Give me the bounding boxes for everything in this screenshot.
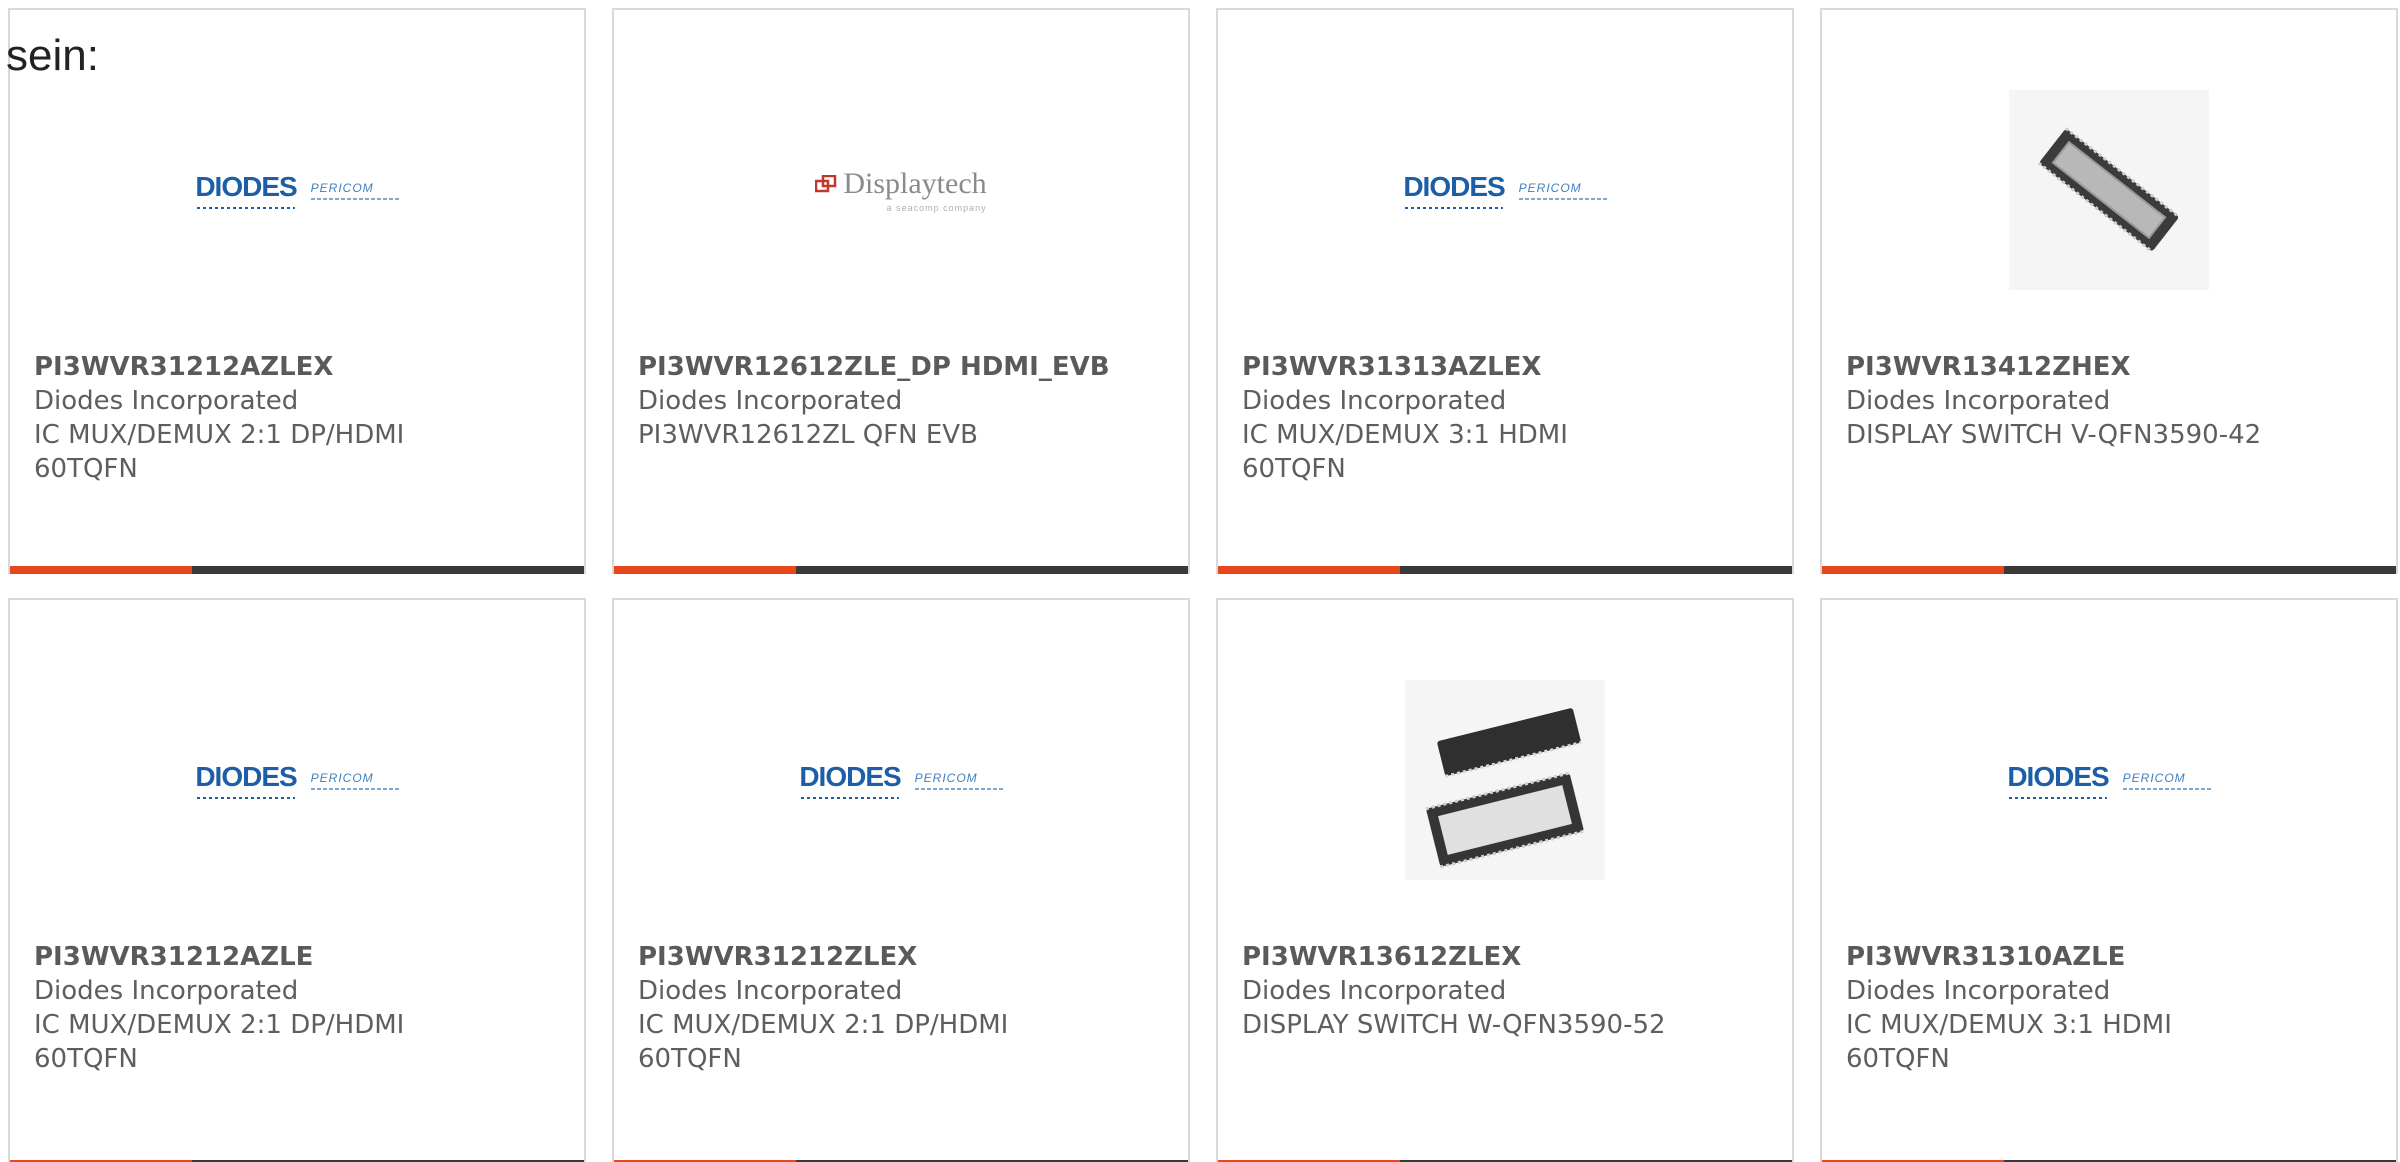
diodes-pericom-logo: DIODES PERICOM bbox=[2007, 761, 2211, 799]
part-number[interactable]: PI3WVR31212AZLE bbox=[34, 940, 564, 974]
product-card[interactable]: Displaytech a seacomp company PI3WVR1261… bbox=[612, 8, 1190, 574]
product-card[interactable]: DIODES PERICOM PI3WVR31212AZLE Diodes In… bbox=[8, 598, 586, 1162]
description: DISPLAY SWITCH V-QFN3590-42 bbox=[1846, 420, 2262, 450]
product-image[interactable]: DIODES PERICOM bbox=[614, 660, 1188, 900]
description: IC MUX/DEMUX 2:1 DP/HDMI 60TQFN bbox=[34, 420, 405, 484]
pericom-wordmark: PERICOM bbox=[1518, 180, 1582, 195]
manufacturer: Diodes Incorporated bbox=[638, 976, 903, 1006]
product-image[interactable]: DIODES PERICOM bbox=[1822, 660, 2396, 900]
part-number[interactable]: PI3WVR31310AZLE bbox=[1846, 940, 2376, 974]
product-image[interactable]: DIODES PERICOM bbox=[1218, 70, 1792, 310]
qfn-chip-photo bbox=[2009, 90, 2209, 290]
product-image[interactable]: DIODES PERICOM bbox=[10, 660, 584, 900]
manufacturer: Diodes Incorporated bbox=[34, 976, 299, 1006]
product-image[interactable] bbox=[1218, 660, 1792, 900]
manufacturer: Diodes Incorporated bbox=[638, 386, 903, 416]
description: DISPLAY SWITCH W-QFN3590-52 bbox=[1242, 1010, 1666, 1040]
manufacturer: Diodes Incorporated bbox=[1846, 976, 2111, 1006]
diodes-wordmark: DIODES bbox=[2007, 761, 2110, 799]
description: IC MUX/DEMUX 2:1 DP/HDMI 60TQFN bbox=[34, 1010, 405, 1074]
diodes-wordmark: DIODES bbox=[1403, 171, 1506, 209]
pericom-wordmark: PERICOM bbox=[310, 770, 374, 785]
displaytech-tagline: a seacomp company bbox=[886, 203, 987, 213]
description: IC MUX/DEMUX 3:1 HDMI 60TQFN bbox=[1846, 1010, 2172, 1074]
diodes-pericom-logo: DIODES PERICOM bbox=[1403, 171, 1607, 209]
diodes-wordmark: DIODES bbox=[195, 171, 298, 209]
pericom-wordmark: PERICOM bbox=[914, 770, 978, 785]
product-card[interactable]: DIODES PERICOM PI3WVR31212ZLEX Diodes In… bbox=[612, 598, 1190, 1162]
diodes-pericom-logo: DIODES PERICOM bbox=[195, 171, 399, 209]
product-card[interactable]: DIODES PERICOM PI3WVR31212AZLEX Diodes I… bbox=[8, 8, 586, 574]
manufacturer: Diodes Incorporated bbox=[1242, 386, 1507, 416]
description: PI3WVR12612ZL QFN EVB bbox=[638, 420, 978, 450]
card-bottom-bar bbox=[614, 566, 1188, 574]
part-number[interactable]: PI3WVR31212AZLEX bbox=[34, 350, 564, 384]
card-bottom-bar bbox=[1218, 566, 1792, 574]
description: IC MUX/DEMUX 2:1 DP/HDMI 60TQFN bbox=[638, 1010, 1009, 1074]
manufacturer: Diodes Incorporated bbox=[34, 386, 299, 416]
pericom-wordmark: PERICOM bbox=[2122, 770, 2186, 785]
manufacturer: Diodes Incorporated bbox=[1242, 976, 1507, 1006]
displaytech-wordmark: Displaytech bbox=[843, 167, 987, 200]
product-image[interactable] bbox=[1822, 70, 2396, 310]
product-card[interactable]: PI3WVR13612ZLEX Diodes Incorporated DISP… bbox=[1216, 598, 1794, 1162]
product-card[interactable]: DIODES PERICOM PI3WVR31310AZLE Diodes In… bbox=[1820, 598, 2398, 1162]
part-number[interactable]: PI3WVR13412ZHEX bbox=[1846, 350, 2376, 384]
manufacturer: Diodes Incorporated bbox=[1846, 386, 2111, 416]
part-number[interactable]: PI3WVR13612ZLEX bbox=[1242, 940, 1772, 974]
card-bottom-bar bbox=[1822, 566, 2396, 574]
product-image[interactable]: DIODES PERICOM bbox=[10, 70, 584, 310]
pericom-wordmark: PERICOM bbox=[310, 180, 374, 195]
diodes-wordmark: DIODES bbox=[799, 761, 902, 799]
displaytech-logo: Displaytech a seacomp company bbox=[815, 167, 987, 213]
diodes-wordmark: DIODES bbox=[195, 761, 298, 799]
diodes-pericom-logo: DIODES PERICOM bbox=[195, 761, 399, 799]
product-card[interactable]: DIODES PERICOM PI3WVR31313AZLEX Diodes I… bbox=[1216, 8, 1794, 574]
product-grid-page: sein: DIODES PERICOM PI3WVR31212AZLEX Di… bbox=[0, 0, 2400, 1162]
intro-text: sein: bbox=[6, 31, 99, 80]
qfn-chip-pair-photo bbox=[1405, 680, 1605, 880]
diodes-pericom-logo: DIODES PERICOM bbox=[799, 761, 1003, 799]
part-number[interactable]: PI3WVR12612ZLE_DP HDMI_EVB bbox=[638, 350, 1168, 384]
displaytech-mark-icon bbox=[815, 175, 837, 193]
description: IC MUX/DEMUX 3:1 HDMI 60TQFN bbox=[1242, 420, 1568, 484]
part-number[interactable]: PI3WVR31212ZLEX bbox=[638, 940, 1168, 974]
card-bottom-bar bbox=[10, 566, 584, 574]
product-card[interactable]: PI3WVR13412ZHEX Diodes Incorporated DISP… bbox=[1820, 8, 2398, 574]
product-image[interactable]: Displaytech a seacomp company bbox=[614, 70, 1188, 310]
part-number[interactable]: PI3WVR31313AZLEX bbox=[1242, 350, 1772, 384]
